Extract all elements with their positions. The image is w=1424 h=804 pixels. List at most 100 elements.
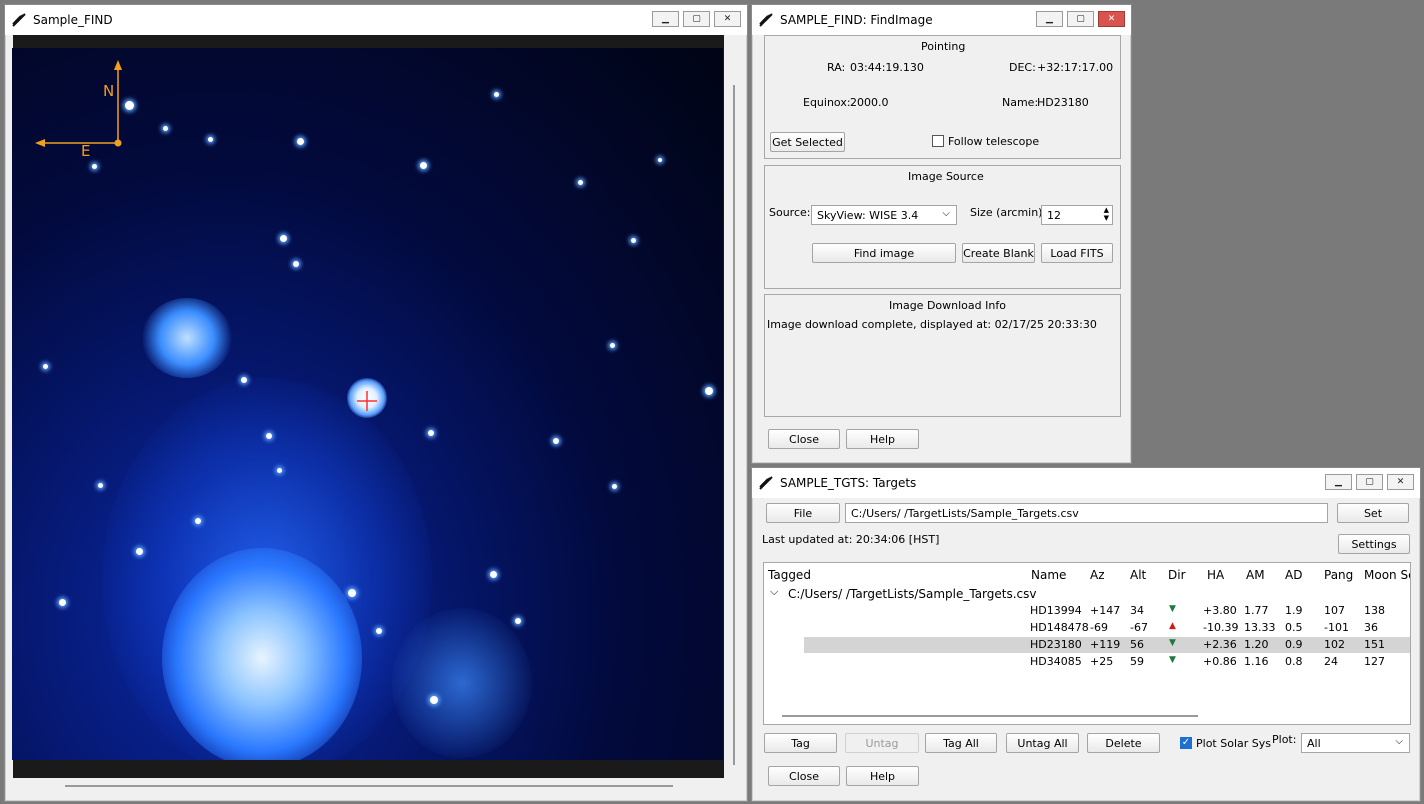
plot-select[interactable]: All ⌵	[1301, 733, 1410, 753]
file-path-field[interactable]: C:/Users/ /TargetLists/Sample_Targets.cs…	[845, 503, 1328, 523]
close-window-button[interactable]: ✕	[1098, 11, 1125, 27]
findimage-window: SAMPLE_FIND: FindImage ▁ ▢ ✕ Pointing RA…	[751, 4, 1132, 464]
star	[266, 433, 272, 439]
targets-titlebar[interactable]: SAMPLE_TGTS: Targets ▁ ▢ ✕	[752, 468, 1420, 498]
sky-image[interactable]: N E	[12, 48, 723, 760]
star	[136, 548, 143, 555]
column-header[interactable]: AM	[1246, 568, 1265, 582]
size-value: 12	[1047, 208, 1061, 222]
table-cell-ha: +2.36	[1203, 638, 1237, 651]
get-selected-button[interactable]: Get Selected	[770, 132, 845, 152]
table-cell-pang: 102	[1324, 638, 1345, 651]
star	[430, 696, 438, 704]
table-cell-am: 13.33	[1244, 621, 1276, 634]
table-cell-pang: -101	[1324, 621, 1349, 634]
horizontal-scrollbar[interactable]	[782, 715, 1198, 717]
minimize-button[interactable]: ▁	[1325, 474, 1352, 490]
table-cell-pang: 24	[1324, 655, 1338, 668]
column-header[interactable]: HA	[1207, 568, 1224, 582]
chevron-down-icon: ⌵	[1395, 736, 1403, 747]
star	[297, 138, 304, 145]
tag-all-button[interactable]: Tag All	[925, 733, 997, 753]
size-spinner[interactable]: 12 ▲ ▼	[1041, 205, 1113, 225]
equinox-value: 2000.0	[850, 96, 889, 109]
close-button[interactable]: Close	[768, 766, 840, 786]
table-cell-moon: 36	[1364, 621, 1378, 634]
star	[515, 618, 521, 624]
find-window-titlebar[interactable]: Sample_FIND ▁ ▢ ✕	[5, 5, 747, 35]
plot-label: Plot:	[1272, 733, 1297, 746]
star	[428, 430, 434, 436]
column-header[interactable]: AD	[1285, 568, 1302, 582]
find-image-button[interactable]: Find image	[812, 243, 956, 263]
pointing-header: Pointing	[921, 40, 966, 53]
plot-solar-sys-checkbox[interactable]: ✓	[1180, 737, 1192, 749]
source-select[interactable]: SkyView: WISE 3.4 ⌵	[811, 205, 957, 225]
star	[578, 180, 583, 185]
findimage-title: SAMPLE_FIND: FindImage	[780, 13, 933, 27]
minimize-button[interactable]: ▁	[1036, 11, 1063, 27]
column-header[interactable]: Pang	[1324, 568, 1353, 582]
download-info-message: Image download complete, displayed at: 0…	[767, 318, 1097, 331]
maximize-button[interactable]: ▢	[1356, 474, 1383, 490]
column-header[interactable]: Az	[1090, 568, 1105, 582]
follow-telescope-checkbox[interactable]	[932, 135, 944, 147]
untag-all-button[interactable]: Untag All	[1006, 733, 1079, 753]
tag-button[interactable]: Tag	[764, 733, 837, 753]
ra-value: 03:44:19.130	[850, 61, 924, 74]
delete-button[interactable]: Delete	[1087, 733, 1160, 753]
table-cell-az: +25	[1090, 655, 1114, 668]
nebula-cloud	[162, 548, 362, 760]
close-window-button[interactable]: ✕	[714, 11, 741, 27]
load-fits-button[interactable]: Load FITS	[1041, 243, 1113, 263]
minimize-button[interactable]: ▁	[652, 11, 679, 27]
star	[92, 164, 97, 169]
app-feather-icon	[11, 12, 27, 28]
help-button[interactable]: Help	[846, 429, 919, 449]
column-header[interactable]: Tagged	[768, 568, 811, 582]
column-header[interactable]: Dir	[1168, 568, 1186, 582]
column-header[interactable]: Alt	[1130, 568, 1146, 582]
targets-table[interactable]: Tagged Name ⌃ Az Alt Dir HA AM AD Pang M…	[763, 562, 1411, 725]
star	[43, 364, 48, 369]
chevron-down-icon[interactable]: ⌵	[770, 585, 778, 599]
close-window-button[interactable]: ✕	[1387, 474, 1414, 490]
vertical-scrollbar[interactable]	[733, 85, 735, 765]
nebula-cloud	[142, 298, 232, 378]
maximize-button[interactable]: ▢	[1067, 11, 1094, 27]
download-info-panel: Image Download Info Image download compl…	[764, 294, 1121, 417]
table-cell-alt: -67	[1130, 621, 1148, 634]
create-blank-button[interactable]: Create Blank	[962, 243, 1035, 263]
image-source-header: Image Source	[908, 170, 984, 183]
equinox-label: Equinox:	[803, 96, 851, 109]
table-cell-name: HD23180	[1030, 638, 1082, 651]
pointing-panel: Pointing RA: 03:44:19.130 DEC: +32:17:17…	[764, 35, 1121, 159]
findimage-titlebar[interactable]: SAMPLE_FIND: FindImage ▁ ▢ ✕	[752, 5, 1131, 35]
file-button[interactable]: File	[766, 503, 840, 523]
help-button[interactable]: Help	[846, 766, 919, 786]
untag-button[interactable]: Untag	[845, 733, 919, 753]
column-header[interactable]: Moon Se	[1364, 568, 1410, 582]
star	[658, 158, 662, 162]
close-button[interactable]: Close	[768, 429, 840, 449]
plot-solar-sys-label: Plot Solar Sys	[1196, 737, 1271, 750]
star	[376, 628, 382, 634]
horizontal-scrollbar[interactable]	[65, 785, 673, 787]
last-updated-label: Last updated at: 20:34:06 [HST]	[762, 533, 940, 546]
app-feather-icon	[758, 475, 774, 491]
star	[163, 126, 168, 131]
set-button[interactable]: Set	[1337, 503, 1409, 523]
table-cell-name: HD34085	[1030, 655, 1082, 668]
spinner-arrows-icon[interactable]: ▲ ▼	[1104, 206, 1109, 222]
settings-button[interactable]: Settings	[1338, 534, 1410, 554]
compass-north-label: N	[103, 82, 115, 100]
table-cell-alt: 34	[1130, 604, 1144, 617]
plot-select-value: All	[1307, 736, 1321, 750]
name-label: Name:	[1002, 96, 1039, 109]
table-cell-az: +119	[1090, 638, 1121, 651]
column-header[interactable]: Name	[1031, 568, 1066, 582]
table-cell-ad: 0.8	[1285, 655, 1303, 668]
maximize-button[interactable]: ▢	[683, 11, 710, 27]
app-feather-icon	[758, 12, 774, 28]
table-cell-ha: -10.39	[1203, 621, 1239, 634]
